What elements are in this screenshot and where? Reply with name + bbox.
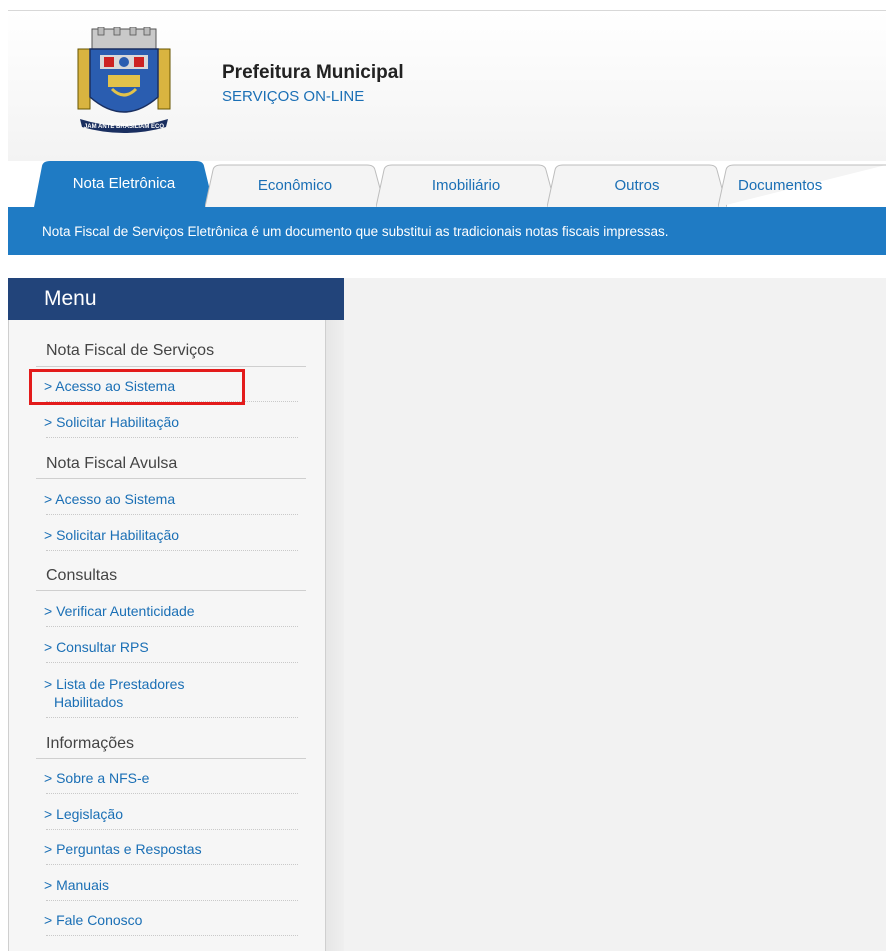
sidebar-gutter [326, 320, 344, 951]
tab-economico[interactable]: Econômico [205, 164, 385, 207]
link-acesso-sistema-avulsa[interactable]: > Acesso ao Sistema [44, 491, 175, 508]
link-solicitar-habilitacao-avulsa[interactable]: > Solicitar Habilitação [44, 527, 179, 544]
section-divider [36, 590, 306, 591]
brand-title: Prefeitura Municipal [222, 62, 404, 83]
link-legislacao[interactable]: > Legislação [44, 806, 123, 823]
site-header: JAM ANTE BRASILIAM ECO Prefeitura Munici… [8, 11, 886, 161]
menu-title: Menu [44, 287, 97, 310]
section-divider [36, 478, 306, 479]
highlight-box [29, 369, 245, 405]
link-divider [46, 829, 298, 830]
link-divider [46, 793, 298, 794]
link-divider [46, 550, 298, 551]
link-solicitar-habilitacao-nfse[interactable]: > Solicitar Habilitação [44, 414, 179, 431]
section-title-informacoes: Informações [46, 735, 135, 752]
link-lista-prestadores[interactable]: > Lista de Prestadores [44, 676, 184, 693]
link-manuais[interactable]: > Manuais [44, 877, 109, 894]
section-title-nota-fiscal-servicos: Nota Fiscal de Serviços [46, 342, 215, 359]
tab-nota-eletronica[interactable]: Nota Eletrônica [34, 160, 214, 207]
link-divider [46, 935, 298, 936]
svg-text:JAM ANTE BRASILIAM ECO: JAM ANTE BRASILIAM ECO [84, 124, 164, 130]
link-divider [46, 900, 298, 901]
link-divider [46, 437, 298, 438]
link-consultar-rps[interactable]: > Consultar RPS [44, 639, 149, 656]
tab-label: Nota Eletrônica [72, 175, 176, 192]
tab-label: Econômico [257, 177, 333, 194]
section-divider [36, 758, 306, 759]
link-fale-conosco[interactable]: > Fale Conosco [44, 912, 142, 929]
tab-imobiliario[interactable]: Imobiliário [376, 164, 556, 207]
tab-label: Documentos [738, 177, 823, 194]
main-tabs: Nota Eletrônica Econômico Imobiliário Ou… [0, 158, 886, 207]
link-sobre-nfse[interactable]: > Sobre a NFS-e [44, 770, 149, 787]
menu-header: Menu [8, 278, 344, 320]
link-divider [46, 626, 298, 627]
tab-label: Imobiliário [431, 177, 501, 194]
section-title-nota-fiscal-avulsa: Nota Fiscal Avulsa [46, 455, 178, 472]
link-divider [46, 514, 298, 515]
info-banner: Nota Fiscal de Serviços Eletrônica é um … [8, 207, 886, 255]
section-title-consultas: Consultas [46, 567, 118, 584]
content-area [344, 278, 886, 951]
info-banner-text: Nota Fiscal de Serviços Eletrônica é um … [42, 223, 669, 239]
link-divider [46, 662, 298, 663]
tab-label: Outros [614, 177, 660, 194]
brand-subtitle: SERVIÇOS ON-LINE [222, 88, 365, 105]
tab-outros[interactable]: Outros [547, 164, 727, 207]
link-perguntas-respostas[interactable]: > Perguntas e Respostas [44, 841, 202, 858]
link-divider [46, 717, 298, 718]
section-divider [36, 366, 306, 367]
link-verificar-autenticidade[interactable]: > Verificar Autenticidade [44, 603, 195, 620]
tab-documentos[interactable]: Documentos [718, 164, 886, 207]
link-lista-prestadores-cont[interactable]: Habilitados [54, 694, 123, 711]
city-coat-of-arms-logo[interactable]: JAM ANTE BRASILIAM ECO [74, 27, 174, 135]
link-divider [46, 864, 298, 865]
